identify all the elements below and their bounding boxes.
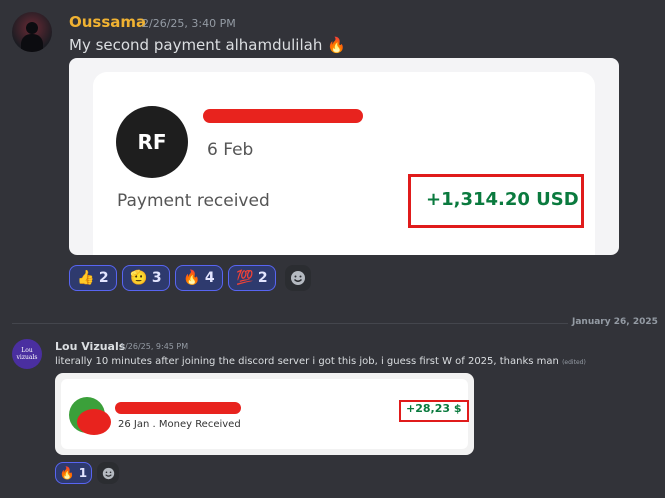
reaction-count: 1 (78, 466, 88, 480)
fire-icon: 🔥 (183, 270, 201, 286)
add-reaction-button[interactable] (285, 265, 311, 291)
message-body: literally 10 minutes after joining the d… (55, 356, 559, 367)
edited-tag: (edited) (562, 359, 586, 366)
thumbs-up-icon: 👍 (77, 270, 95, 286)
reaction-hundred[interactable]: 💯 2 (228, 265, 276, 291)
author-name[interactable]: Oussama (69, 13, 146, 31)
date-divider-label: January 26, 2025 (568, 317, 662, 327)
money-subtitle: 26 Jan . Money Received (118, 419, 241, 430)
redacted-avatar-mark (77, 409, 111, 435)
message-timestamp: 1/26/25, 9:45 PM (120, 342, 189, 351)
smile-icon (291, 271, 305, 285)
highlight-box (408, 174, 584, 228)
reaction-count: 4 (204, 270, 215, 286)
avatar[interactable] (12, 12, 52, 52)
redacted-name (115, 402, 241, 414)
avatar[interactable]: Lou vizuals (12, 339, 42, 369)
author-name[interactable]: Lou Vizuals (55, 340, 125, 353)
reaction-count: 2 (257, 270, 268, 286)
salute-icon: 🫡 (130, 270, 148, 286)
message-text: literally 10 minutes after joining the d… (55, 356, 586, 367)
hundred-icon: 💯 (236, 270, 254, 286)
payer-initials: RF (137, 130, 167, 154)
money-card-image[interactable]: 26 Jan . Money Received +28,23 $ (55, 373, 474, 455)
message-timestamp: 2/26/25, 3:40 PM (142, 17, 236, 30)
message-oussama: Oussama 2/26/25, 3:40 PM My second payme… (0, 0, 665, 300)
reaction-fire[interactable]: 🔥 1 (55, 462, 92, 484)
payment-card-image[interactable]: RF 6 Feb Payment received +1,314.20 USD (69, 58, 619, 255)
reaction-salute[interactable]: 🫡 3 (122, 265, 170, 291)
date-divider (12, 323, 658, 324)
redacted-name (203, 109, 363, 123)
reaction-fire[interactable]: 🔥 4 (175, 265, 223, 291)
add-reaction-button[interactable] (97, 462, 119, 484)
fire-icon: 🔥 (59, 466, 75, 480)
message-lou-vizuals: Lou vizuals Lou Vizuals 1/26/25, 9:45 PM… (0, 330, 665, 498)
highlight-box (399, 400, 469, 422)
message-text: My second payment alhamdulilah 🔥 (69, 36, 346, 54)
reaction-count: 3 (151, 270, 162, 286)
avatar-text: Lou vizuals (16, 347, 38, 361)
reaction-thumbs-up[interactable]: 👍 2 (69, 265, 117, 291)
payment-label: Payment received (117, 191, 270, 211)
smile-icon (102, 467, 114, 479)
payer-avatar: RF (116, 106, 188, 178)
reaction-count: 2 (98, 270, 109, 286)
payment-date: 6 Feb (207, 140, 254, 160)
